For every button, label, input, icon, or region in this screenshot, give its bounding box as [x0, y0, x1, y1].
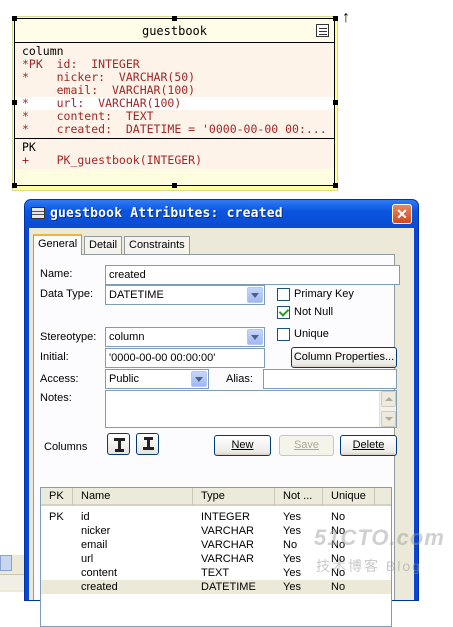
chevron-down-icon[interactable]: [247, 329, 263, 345]
delete-button[interactable]: Delete: [340, 435, 397, 456]
watermark-text: 技术博客 Blog: [316, 558, 422, 574]
notes-label: Notes:: [40, 392, 72, 404]
cell-not-null: Yes: [283, 511, 301, 523]
table-icon: [31, 207, 45, 219]
not-null-checkbox[interactable]: [277, 306, 290, 319]
up-arrow-icon: ↑: [342, 9, 350, 26]
alias-input[interactable]: [263, 369, 397, 389]
table-menu-icon[interactable]: [316, 24, 329, 37]
er-table-title: guestbook: [15, 19, 334, 43]
col-header-pk[interactable]: PK: [41, 488, 73, 506]
initial-label: Initial:: [40, 351, 69, 363]
cell-pk: PK: [49, 511, 64, 523]
watermark-logo: 51CTO.com: [314, 525, 445, 550]
new-button[interactable]: New: [214, 435, 271, 456]
primary-key-checkbox[interactable]: [277, 288, 290, 301]
scroll-up-icon[interactable]: [381, 391, 396, 407]
unique-label: Unique: [294, 328, 329, 340]
resize-handle[interactable]: [12, 183, 17, 188]
cell-name: url: [81, 553, 94, 565]
resize-handle[interactable]: [333, 100, 338, 105]
cell-not-null: Yes: [283, 525, 301, 537]
tab-constraints[interactable]: Constraints: [124, 236, 190, 254]
chevron-down-icon[interactable]: [247, 287, 263, 303]
cell-name: id: [81, 511, 90, 523]
datatype-value: DATETIME: [109, 289, 164, 301]
column-properties-button[interactable]: Column Properties...: [291, 347, 397, 368]
scroll-left-button[interactable]: [0, 555, 12, 571]
stereotype-label: Stereotype:: [40, 331, 97, 343]
cell-type: VARCHAR: [201, 539, 254, 551]
cell-type: VARCHAR: [201, 525, 254, 537]
alias-label: Alias:: [226, 373, 253, 385]
delete-button-label: Delete: [352, 439, 385, 451]
unique-checkbox[interactable]: [277, 328, 290, 341]
resize-handle[interactable]: [172, 183, 177, 188]
cell-type: TEXT: [201, 567, 230, 579]
chevron-down-icon[interactable]: [191, 371, 207, 387]
list-header: PK Name Type Not ... Unique: [41, 488, 391, 506]
resize-handle[interactable]: [172, 16, 177, 21]
resize-handle[interactable]: [12, 16, 17, 21]
resize-handle[interactable]: [333, 16, 338, 21]
name-input[interactable]: created: [105, 265, 400, 285]
er-table-name: guestbook: [141, 24, 208, 38]
horizontal-scrollbar[interactable]: [0, 574, 24, 590]
columns-label: Columns: [44, 441, 88, 453]
datatype-label: Data Type:: [40, 288, 93, 300]
resize-handle[interactable]: [12, 100, 17, 105]
col-header-not-null[interactable]: Not ...: [275, 488, 323, 506]
stereotype-value: column: [109, 331, 145, 343]
datatype-select[interactable]: DATETIME: [105, 285, 265, 305]
notes-textarea[interactable]: [105, 390, 397, 428]
name-label: Name:: [40, 268, 73, 280]
move-down-icon[interactable]: [136, 433, 159, 455]
access-value: Public: [109, 373, 139, 385]
cell-not-null: Yes: [283, 553, 301, 565]
cell-unique: No: [331, 511, 346, 523]
col-header-type[interactable]: Type: [193, 488, 275, 506]
new-button-label: New: [231, 439, 254, 451]
close-button[interactable]: ✕: [392, 204, 412, 224]
access-label: Access:: [40, 373, 79, 385]
er-column-line[interactable]: * created: DATETIME = '0000-00-00 00:...: [22, 123, 334, 136]
dialog-titlebar[interactable]: guestbook Attributes: created ✕: [25, 200, 418, 228]
cell-name: nicker: [81, 525, 111, 537]
move-up-icon[interactable]: [107, 433, 130, 455]
save-button[interactable]: Save: [279, 435, 334, 456]
er-column-line[interactable]: + PK_guestbook(INTEGER): [22, 154, 334, 167]
primary-key-label: Primary Key: [294, 288, 354, 300]
not-null-label: Not Null: [294, 306, 334, 318]
resize-handle[interactable]: [333, 183, 338, 188]
notes-scrollbar[interactable]: [379, 391, 396, 427]
cell-not-null: Yes: [283, 567, 301, 579]
access-select[interactable]: Public: [105, 369, 209, 389]
background-window-fragment: [0, 555, 24, 592]
er-table-guestbook[interactable]: guestbook column *PK id: INTEGER * nicker:…: [14, 18, 335, 186]
scroll-down-icon[interactable]: [381, 411, 396, 427]
cell-name: email: [81, 539, 108, 551]
col-header-unique[interactable]: Unique: [323, 488, 375, 506]
stereotype-select[interactable]: column: [105, 327, 265, 347]
save-button-label: Save: [293, 439, 320, 451]
tab-detail[interactable]: Detail: [84, 236, 122, 254]
cell-type: VARCHAR: [201, 553, 254, 565]
tab-general[interactable]: General: [33, 234, 82, 255]
pk-section: PK + PK_guestbook(INTEGER): [15, 139, 334, 169]
cell-not-null: No: [283, 539, 298, 551]
initial-input[interactable]: '0000-00-00 00:00:00': [105, 348, 265, 368]
col-header-name[interactable]: Name: [73, 488, 193, 506]
cell-type: INTEGER: [201, 511, 250, 523]
column-section: column *PK id: INTEGER * nicker: VARCHAR(5…: [15, 43, 334, 139]
dialog-title: guestbook Attributes: created: [50, 206, 283, 221]
table-row[interactable]: PK id INTEGER Yes No: [41, 510, 391, 524]
er-table-body: column *PK id: INTEGER * nicker: VARCHAR(5…: [15, 43, 334, 169]
cell-name: content: [81, 567, 118, 579]
